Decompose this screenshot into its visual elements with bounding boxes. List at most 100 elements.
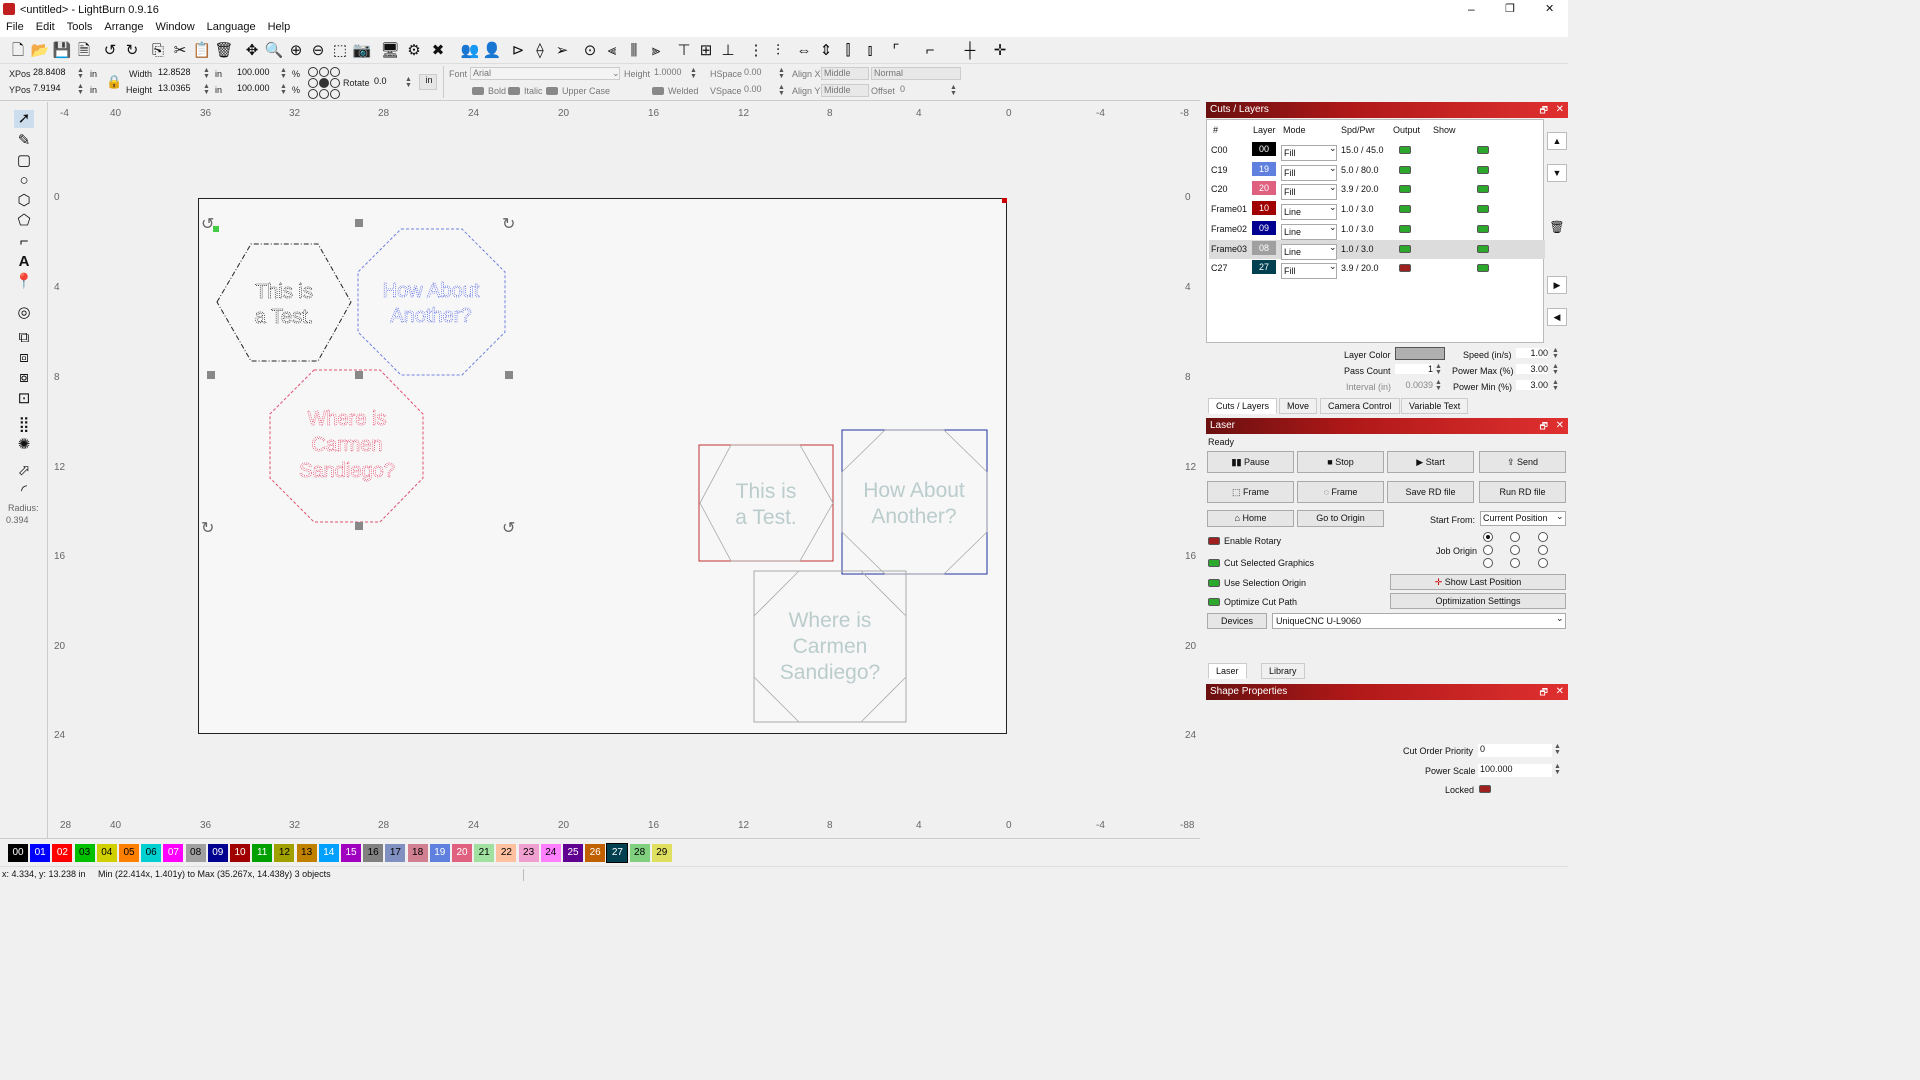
power-min-field[interactable]: 3.00 [1516,380,1548,390]
pin-icon[interactable]: 🗗 [1540,418,1548,434]
frame-box-red[interactable] [698,444,834,562]
move-up-icon[interactable]: ▲ [1547,132,1567,150]
layer-row-frame02[interactable]: Frame02 09 Line ⌄ 1.0 / 3.0 [1209,220,1545,240]
run-rd-button[interactable]: Run RD file [1479,481,1566,503]
palette-swatch-16[interactable]: 16 [363,844,384,862]
show-toggle[interactable] [1477,146,1489,154]
selection-handle[interactable] [505,371,513,379]
start-from-select[interactable]: Current Position [1480,511,1566,526]
show-toggle[interactable] [1477,185,1489,194]
layer-row-c19[interactable]: C19 19 Fill ⌄ 5.0 / 80.0 [1209,161,1545,181]
output-toggle[interactable] [1399,205,1411,214]
frame-rect-button[interactable]: ⬚ Frame [1207,481,1294,503]
palette-swatch-25[interactable]: 25 [563,844,583,862]
palette-swatch-04[interactable]: 04 [96,844,117,862]
cut-order-spinner[interactable]: ▲ ▼ [1554,743,1562,756]
palette-swatch-26[interactable]: 26 [585,844,606,862]
rotate-handle-icon[interactable]: ↻ [201,520,214,537]
home-button[interactable]: ⌂ Home [1207,510,1294,527]
pass-count-field[interactable]: 1 [1395,364,1433,374]
show-toggle[interactable] [1477,224,1489,233]
palette-swatch-09[interactable]: 09 [207,844,228,862]
power-min-spinner[interactable]: ▲ ▼ [1552,379,1560,392]
rotate-handle-icon[interactable]: ↺ [502,520,515,537]
job-origin-radio-br[interactable] [1538,558,1548,568]
palette-swatch-15[interactable]: 15 [341,844,361,862]
octagon-shape-blue[interactable] [357,228,506,376]
palette-swatch-00[interactable]: 00 [8,844,28,862]
palette-swatch-23[interactable]: 23 [518,844,539,862]
palette-swatch-02[interactable]: 02 [52,844,73,862]
speed-spinner[interactable]: ▲ ▼ [1552,347,1560,360]
layer-row-c20[interactable]: C20 20 Fill ⌄ 3.9 / 20.0 [1209,180,1545,201]
pin-icon[interactable]: 🗗 [1540,684,1548,700]
go-to-origin-button[interactable]: Go to Origin [1297,510,1384,527]
maximize-button[interactable]: ❐ [1505,2,1515,15]
palette-swatch-29[interactable]: 29 [651,844,672,862]
palette-swatch-06[interactable]: 06 [141,844,162,862]
enable-rotary-toggle[interactable] [1208,537,1220,545]
device-select[interactable]: UniqueCNC U-L9060 [1272,613,1566,629]
output-toggle[interactable] [1399,224,1411,233]
job-origin-radio-tl[interactable] [1483,532,1493,542]
tab-library[interactable]: Library [1261,663,1305,679]
output-toggle[interactable] [1399,185,1411,194]
layer-row-frame01[interactable]: Frame01 10 Line ⌄ 1.0 / 3.0 [1209,200,1545,221]
output-toggle[interactable] [1399,244,1411,253]
move-down-icon[interactable]: ▼ [1547,164,1567,182]
palette-swatch-17[interactable]: 17 [385,844,406,862]
rotate-handle-icon[interactable]: ↻ [502,216,515,233]
job-origin-radio-bc[interactable] [1510,558,1520,568]
design-canvas[interactable]: This is a Test. How About Another? Where… [0,0,1200,838]
palette-swatch-18[interactable]: 18 [407,844,428,862]
layer-color-swatch[interactable] [1395,347,1445,360]
show-toggle[interactable] [1477,264,1489,273]
palette-swatch-07[interactable]: 07 [163,844,184,862]
selection-handle[interactable] [207,371,215,379]
palette-swatch-28[interactable]: 28 [629,844,650,862]
close-panel-icon[interactable]: ✕ [1556,418,1564,434]
tab-variable-text[interactable]: Variable Text [1401,398,1469,414]
layer-row-frame03[interactable]: Frame03 08 Line ⌄ 1.0 / 3.0 [1209,239,1545,260]
job-origin-radio-mr[interactable] [1538,545,1548,555]
job-origin-radio-ml[interactable] [1483,545,1493,555]
tab-move[interactable]: Move [1279,398,1318,414]
job-origin-radio-mc[interactable] [1510,545,1520,555]
job-origin-radio-tr[interactable] [1538,532,1548,542]
palette-swatch-08[interactable]: 08 [185,844,206,862]
delete-layer-icon[interactable]: 🗑 [1547,220,1567,238]
palette-swatch-11[interactable]: 11 [252,844,273,862]
palette-swatch-01[interactable]: 01 [30,844,51,862]
rotate-handle-icon[interactable]: ↺ [201,216,214,233]
expand-right-icon[interactable]: ▶ [1547,276,1567,294]
show-toggle[interactable] [1477,244,1489,253]
save-rd-button[interactable]: Save RD file [1387,481,1474,503]
interval-spinner[interactable]: ▲ ▼ [1435,379,1443,392]
palette-swatch-03[interactable]: 03 [74,844,95,862]
show-toggle[interactable] [1477,165,1489,174]
palette-swatch-22[interactable]: 22 [496,844,517,862]
palette-swatch-10[interactable]: 10 [230,844,250,862]
send-button[interactable]: ⇪ Send [1479,451,1566,473]
palette-swatch-20[interactable]: 20 [452,844,472,862]
interval-field[interactable]: 0.0039 [1395,380,1433,390]
power-max-spinner[interactable]: ▲ ▼ [1552,363,1560,376]
minimize-button[interactable]: – [1468,2,1475,16]
palette-swatch-24[interactable]: 24 [540,844,561,862]
selection-handle[interactable] [355,219,363,227]
tab-camera-control[interactable]: Camera Control [1320,398,1400,414]
palette-swatch-14[interactable]: 14 [318,844,339,862]
pause-button[interactable]: ▮▮ Pause [1207,451,1294,473]
power-scale-spinner[interactable]: ▲ ▼ [1554,763,1562,776]
optimize-cut-path-toggle[interactable] [1208,598,1220,606]
cut-selected-toggle[interactable] [1208,559,1220,567]
devices-button[interactable]: Devices [1207,613,1267,629]
output-toggle[interactable] [1399,165,1411,174]
palette-swatch-13[interactable]: 13 [296,844,317,862]
close-panel-icon[interactable]: ✕ [1556,684,1564,700]
frame-circle-button[interactable]: ◌ Frame [1297,481,1384,503]
pin-icon[interactable]: 🗗 [1540,102,1548,118]
cut-order-field[interactable]: 0 [1478,744,1552,757]
optimization-settings-button[interactable]: Optimization Settings [1390,593,1566,609]
palette-swatch-19[interactable]: 19 [429,844,450,862]
